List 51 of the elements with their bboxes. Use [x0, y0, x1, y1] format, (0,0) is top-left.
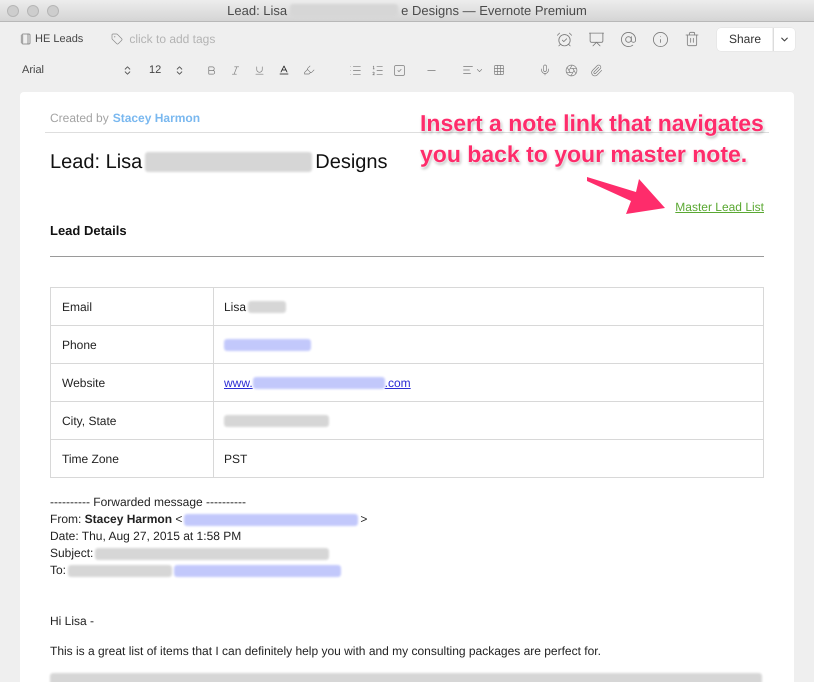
checkbox-icon[interactable]: [393, 64, 406, 76]
section-heading: Lead Details: [50, 223, 127, 238]
share-button[interactable]: Share: [716, 28, 773, 50]
table-cell: Email: [50, 288, 214, 326]
highlighter-icon[interactable]: [303, 64, 316, 76]
trash-icon[interactable]: [684, 31, 700, 47]
blurred-text: [248, 300, 286, 312]
website-link[interactable]: .com: [384, 374, 411, 392]
notebook-icon[interactable]: [20, 33, 32, 45]
table-cell: City, State: [50, 402, 214, 440]
bold-icon[interactable]: [206, 64, 218, 76]
created-by-label: Created by: [50, 110, 109, 127]
email-header-line: >: [360, 511, 368, 528]
paperclip-icon[interactable]: [590, 64, 604, 76]
italic-icon[interactable]: [230, 64, 242, 76]
stepper-icon: [122, 64, 133, 76]
forwarded-heading: ---------- Forwarded message ----------: [50, 494, 247, 511]
message-paragraph: Hi Lisa -: [50, 613, 94, 630]
table-cell: Website: [50, 364, 214, 402]
align-left-icon: [462, 64, 474, 76]
microphone-icon[interactable]: [539, 64, 552, 76]
presentation-icon[interactable]: [588, 30, 605, 48]
notebook-button[interactable]: HE Leads: [35, 30, 84, 48]
reminder-icon[interactable]: [556, 30, 573, 48]
aperture-icon[interactable]: [565, 64, 578, 76]
annotation-text: Insert a note link that navigates you back to your master note.: [420, 109, 764, 169]
info-icon[interactable]: [652, 30, 669, 48]
align-button[interactable]: [462, 64, 484, 76]
font-select[interactable]: Arial: [22, 62, 133, 78]
table-icon[interactable]: [493, 64, 506, 76]
tag-icon[interactable]: [111, 33, 124, 45]
email-header-line: Subject:: [50, 545, 94, 562]
email-header-line: To:: [50, 562, 66, 579]
at-sign-icon[interactable]: [620, 30, 637, 48]
window-title: e Designs — Evernote Premium: [401, 2, 587, 20]
message-paragraph: This is a great list of items that I can definitely help you with and my consulting packages are perfect for.: [50, 643, 601, 660]
cell-text: Lisa: [224, 298, 246, 316]
note-title: Designs: [315, 150, 388, 174]
table-cell: Phone: [50, 326, 214, 364]
size-select[interactable]: 12: [149, 62, 186, 78]
email-header-line: From: Stacey Harmon <: [50, 511, 182, 528]
text-color-icon[interactable]: [278, 64, 290, 76]
table-cell: Time Zone: [50, 440, 214, 478]
window-title: Lead: Lisa: [227, 2, 288, 20]
note-title: Lead: Lisa: [50, 150, 142, 174]
underline-icon[interactable]: [254, 64, 266, 76]
cell-text: PST: [224, 450, 248, 468]
numbered-list-icon[interactable]: [371, 64, 384, 76]
tag-input[interactable]: click to add tags: [129, 30, 260, 48]
email-header-line: Date: Thu, Aug 27, 2015 at 1:58 PM: [50, 528, 242, 545]
website-link[interactable]: www.: [224, 374, 253, 392]
